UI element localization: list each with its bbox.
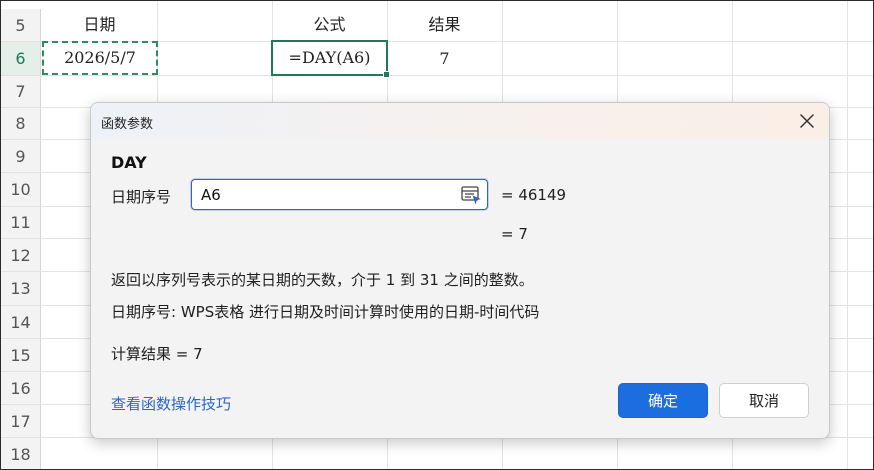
cell-formula-header[interactable]: 公式 [272, 9, 387, 41]
cell-formula-value[interactable]: =DAY(A6) [271, 40, 388, 76]
row-header[interactable]: 13 [1, 272, 41, 306]
ok-button[interactable]: 确定 [618, 383, 708, 418]
spreadsheet-frame: 5 6 7 8 9 10 11 12 13 14 15 16 17 18 日期 … [0, 0, 874, 470]
argument-evaluated-value: = 46149 [501, 186, 567, 204]
row-header[interactable]: 11 [1, 207, 41, 239]
row-header[interactable]: 8 [1, 108, 41, 140]
row-header[interactable]: 15 [1, 339, 41, 372]
row-header[interactable]: 17 [1, 405, 41, 438]
help-link[interactable]: 查看函数操作技巧 [111, 393, 231, 414]
row-header[interactable]: 14 [1, 306, 41, 339]
function-result-value: = 7 [501, 225, 528, 243]
argument-input[interactable]: A6 [191, 179, 488, 210]
row-header[interactable]: 18 [1, 438, 41, 469]
row-header[interactable]: 16 [1, 372, 41, 405]
cell-date-header[interactable]: 日期 [42, 9, 157, 41]
argument-input-value: A6 [201, 186, 221, 204]
cell-date-value[interactable]: 2026/5/7 [42, 41, 158, 75]
function-arguments-dialog: 函数参数 DAY 日期序号 A6 = 46149 = 7 返回以序列号表示的某日… [90, 102, 830, 439]
function-description: 返回以序列号表示的某日期的天数，介于 1 到 31 之间的整数。 [111, 271, 534, 289]
dialog-titlebar[interactable]: 函数参数 [91, 103, 829, 139]
row-header[interactable]: 5 [1, 9, 41, 42]
row-header[interactable]: 12 [1, 239, 41, 272]
argument-label: 日期序号 [111, 188, 172, 206]
cell-result-header[interactable]: 结果 [387, 9, 502, 41]
grid-line [41, 75, 873, 76]
row-header[interactable]: 7 [1, 76, 41, 108]
close-icon[interactable] [795, 109, 819, 133]
grid-line [847, 1, 848, 469]
calculation-result: 计算结果 = 7 [111, 345, 203, 363]
row-header[interactable]: 10 [1, 173, 41, 207]
cancel-button[interactable]: 取消 [719, 383, 809, 418]
range-select-icon[interactable] [460, 184, 482, 206]
function-name: DAY [111, 153, 147, 172]
argument-description: 日期序号: WPS表格 进行日期及时间计算时使用的日期-时间代码 [111, 303, 540, 321]
dialog-title: 函数参数 [101, 117, 154, 132]
row-header[interactable]: 9 [1, 140, 41, 173]
cell-result-value[interactable]: 7 [387, 42, 502, 75]
row-header-active[interactable]: 6 [1, 42, 41, 76]
